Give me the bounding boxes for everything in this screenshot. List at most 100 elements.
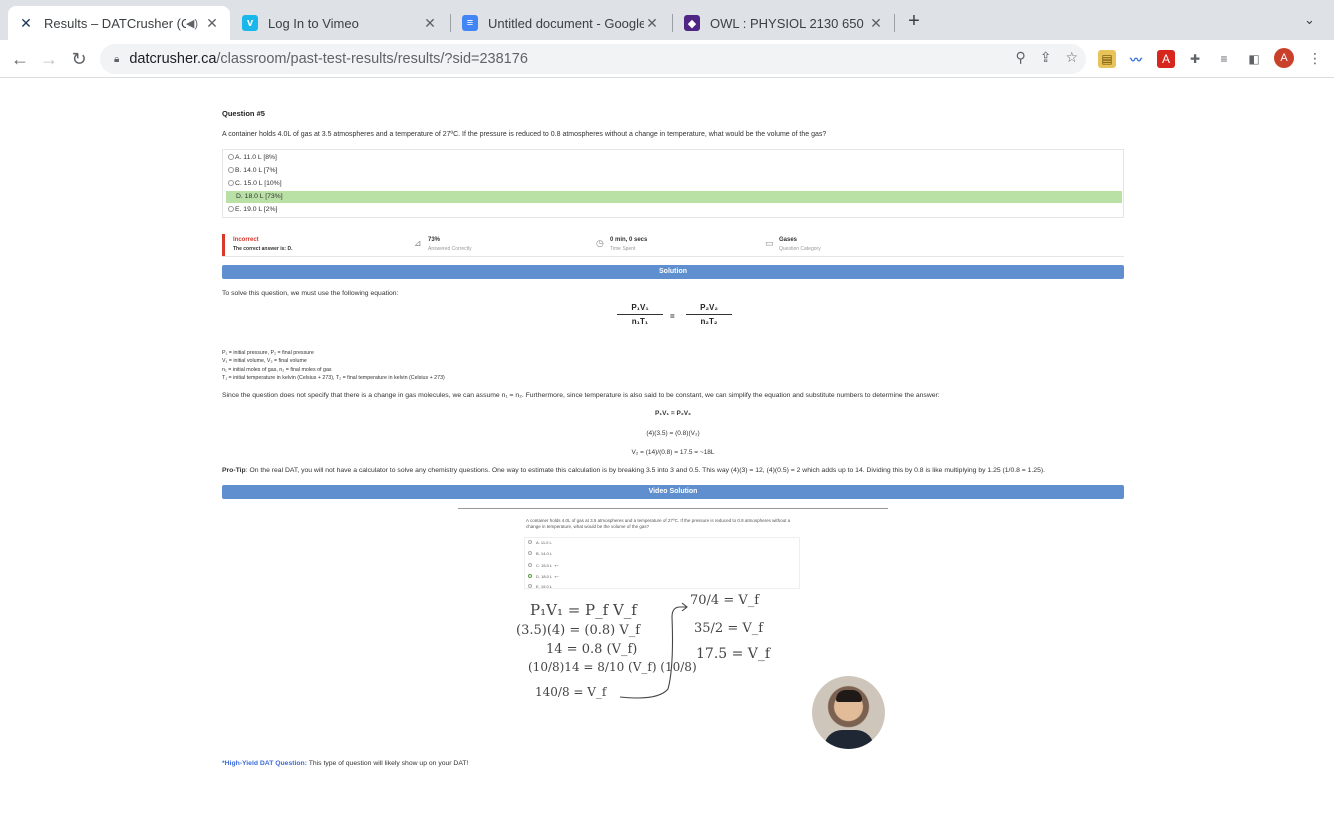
profile-avatar[interactable]: A	[1274, 48, 1294, 68]
share-icon[interactable]: ⇪	[1040, 49, 1052, 66]
bookmark-star-icon[interactable]: ☆	[1065, 49, 1078, 66]
percent-value: 73%	[428, 237, 441, 243]
video-option-label: B. 14.0 L	[536, 551, 553, 556]
choice-label: C. 15.0 L [10%]	[235, 180, 282, 187]
tab-search-chevron-icon[interactable]: ⌄	[1304, 12, 1315, 28]
media-controls-icon[interactable]: ≡	[1215, 50, 1233, 68]
choice-c[interactable]: C. 15.0 L [10%]	[226, 178, 1122, 190]
solution-paragraph: Since the question does not specify that…	[222, 392, 940, 399]
extension-wave-icon[interactable]: 〰	[1127, 50, 1145, 68]
time-label: Time Spent	[610, 246, 636, 252]
url-path: /classroom/past-test-results/results/?si…	[216, 51, 528, 67]
fraction-denominator: n₁T₁	[631, 317, 649, 326]
choice-a[interactable]: A. 11.0 L [8%]	[226, 152, 1122, 164]
video-option: E. 19.0 L	[528, 584, 552, 589]
new-tab-plus-icon[interactable]: +	[904, 10, 924, 34]
pro-tip-text: : On the real DAT, you will not have a c…	[245, 467, 1046, 474]
fraction-denominator: n₂T₂	[700, 317, 718, 326]
close-tab-icon[interactable]: ✕	[204, 15, 220, 32]
presenter-hair	[836, 690, 862, 702]
tab-vimeo[interactable]: v Log In to Vimeo ✕	[232, 6, 448, 40]
presenter-shirt	[824, 730, 874, 749]
variable-definitions: P₁ = initial pressure, P₂ = final pressu…	[222, 349, 1124, 382]
checkmark-icon	[528, 574, 532, 578]
choice-b[interactable]: B. 14.0 L [7%]	[226, 165, 1122, 177]
close-tab-icon[interactable]: ✕	[644, 15, 660, 32]
lock-icon[interactable]: 🔒︎	[114, 54, 119, 65]
radio-icon	[528, 584, 532, 588]
chart-icon: ⊿	[414, 238, 422, 248]
clock-icon: ◷	[596, 238, 604, 248]
tab-datcrusher[interactable]: ✕ Results – DATCrusher (Can ◀) ✕	[8, 6, 230, 40]
url-domain: datcrusher.ca	[129, 51, 217, 67]
video-question-text: A container holds 4.0L of gas at 3.5 atm…	[526, 518, 791, 529]
video-option-label: C. 15.0 L	[536, 563, 553, 568]
speaker-icon[interactable]: ◀)	[186, 17, 198, 30]
google-docs-favicon-icon: ≡	[462, 15, 478, 31]
fraction-numerator: P₁V₁	[617, 303, 663, 315]
radio-icon[interactable]	[228, 206, 234, 212]
video-option-label: A. 11.0 L	[536, 540, 552, 545]
high-yield-note: *High-Yield DAT Question: This type of q…	[222, 760, 1124, 767]
close-tab-icon[interactable]: ✕	[422, 15, 438, 32]
radio-icon[interactable]	[228, 167, 234, 173]
choice-label: A. 11.0 L [8%]	[235, 154, 277, 161]
page-content: Question #5 A container holds 4.0L of ga…	[0, 79, 1334, 834]
tab-separator	[672, 14, 673, 32]
stat-result: Incorrect The correct answer is: D.	[233, 237, 292, 252]
datcrusher-favicon-icon: ✕	[20, 14, 32, 31]
handwritten-line: 140/8 = V_f	[535, 685, 607, 699]
handwritten-arrow	[619, 602, 688, 699]
equation-3: V₂ = (14)/(0.8) = 17.5 = ~18L	[631, 449, 715, 456]
calendar-icon: ▭	[765, 238, 774, 248]
video-solution-banner: Video Solution	[222, 485, 1124, 499]
tab-google-docs[interactable]: ≡ Untitled document - Google Do ✕	[452, 6, 670, 40]
back-arrow-icon[interactable]: ←	[9, 48, 31, 70]
definition-line: P₁ = initial pressure, P₂ = final pressu…	[222, 350, 314, 356]
stat-time: ◷ 0 min, 0 secs Time Spent	[596, 237, 648, 252]
choice-label: E. 19.0 L [2%]	[235, 206, 278, 213]
reload-icon[interactable]: ↻	[68, 48, 90, 70]
extension-notes-icon[interactable]: ▤	[1098, 50, 1116, 68]
menu-kebab-icon[interactable]: ⋮	[1308, 50, 1322, 67]
close-tab-icon[interactable]: ✕	[868, 15, 884, 32]
extensions-puzzle-icon[interactable]: ✚	[1186, 50, 1204, 68]
handwritten-line: 70/4 = V_f	[690, 593, 760, 608]
percent-label: Answered Correctly	[428, 246, 472, 252]
presenter-webcam	[812, 676, 885, 749]
forward-arrow-icon[interactable]: →	[38, 48, 60, 70]
time-value: 0 min, 0 secs	[610, 237, 648, 243]
choice-e[interactable]: E. 19.0 L [2%]	[226, 204, 1122, 216]
owl-favicon-icon: ◆	[684, 15, 700, 31]
solution-banner: Solution	[222, 265, 1124, 279]
tab-title: Log In to Vimeo	[268, 15, 359, 31]
video-choices-box	[524, 537, 800, 589]
definition-line: V₁ = initial volume, V₂ = final volume	[222, 358, 307, 365]
extension-pdf-icon[interactable]: A	[1157, 50, 1175, 68]
address-bar[interactable]: 🔒︎ datcrusher.ca/classroom/past-test-res…	[100, 44, 1086, 74]
high-yield-link[interactable]: *High-Yield DAT Question:	[222, 760, 307, 767]
arrow-annotation-icon: ←	[553, 562, 561, 569]
zoom-icon[interactable]: ⚲	[1015, 49, 1025, 66]
category-label: Question Category	[779, 246, 821, 252]
stat-category: ▭ Gases Question Category	[765, 237, 821, 252]
radio-icon	[528, 563, 532, 567]
radio-icon[interactable]	[228, 180, 234, 186]
category-value: Gases	[779, 237, 798, 243]
answer-choices: A. 11.0 L [8%] B. 14.0 L [7%] C. 15.0 L …	[222, 149, 1124, 218]
high-yield-text: This type of question will likely show u…	[306, 760, 469, 767]
radio-icon[interactable]	[228, 154, 234, 160]
video-player[interactable]: A container holds 4.0L of gas at 3.5 atm…	[458, 508, 888, 751]
side-panel-icon[interactable]: ◧	[1245, 50, 1263, 68]
equation-2: (4)(3.5) = (0.8)(V₂)	[646, 430, 700, 437]
tab-separator	[450, 14, 451, 32]
browser-toolbar: ← → ↻ 🔒︎ datcrusher.ca/classroom/past-te…	[0, 40, 1334, 78]
correct-answer-text: The correct answer is: D.	[233, 246, 293, 252]
radio-icon	[528, 540, 532, 544]
choice-label: D. 18.0 L [73%]	[236, 193, 283, 200]
incorrect-indicator	[222, 234, 225, 256]
question-label: Question #5	[222, 109, 265, 118]
choice-d-correct[interactable]: D. 18.0 L [73%]	[226, 191, 1122, 203]
tab-owl[interactable]: ◆ OWL : PHYSIOL 2130 650 SU2 ✕	[674, 6, 894, 40]
definition-line: n₁ = initial moles of gas, n₂ = final mo…	[222, 366, 332, 373]
